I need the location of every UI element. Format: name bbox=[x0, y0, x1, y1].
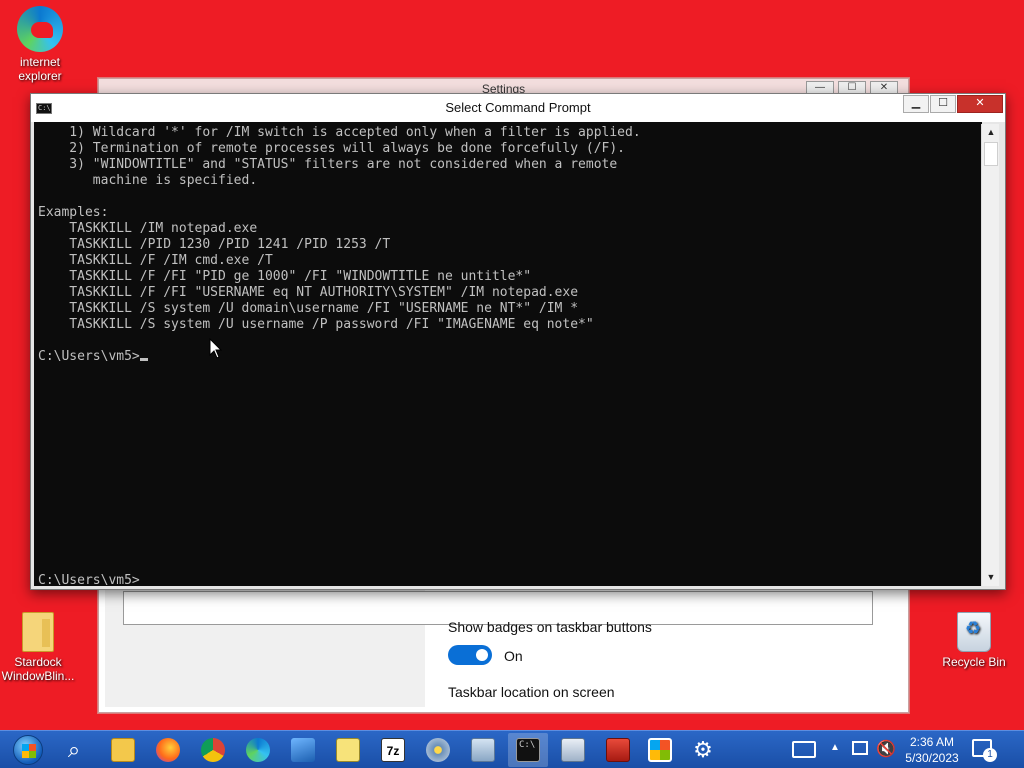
taskbar-chrome[interactable] bbox=[193, 733, 233, 767]
console-line: 3) "WINDOWTITLE" and "STATUS" filters ar… bbox=[38, 157, 618, 172]
desktop-icon-label: internet explorer bbox=[18, 55, 62, 83]
console-line: 1) Wildcard '*' for /IM switch is accept… bbox=[38, 125, 641, 140]
taskbar-firefox[interactable] bbox=[148, 733, 188, 767]
edge-icon bbox=[246, 738, 270, 762]
toggle-state-label: On bbox=[504, 648, 523, 664]
volume-muted-icon[interactable]: 🔇 bbox=[876, 739, 896, 759]
show-badges-toggle[interactable] bbox=[448, 645, 492, 665]
command-prompt-icon: C:\ bbox=[36, 103, 52, 114]
console-line: machine is specified. bbox=[38, 173, 258, 188]
console-line: TASKKILL /F /FI "USERNAME eq NT AUTHORIT… bbox=[38, 285, 579, 300]
cmd-window-controls: ▁ ☐ ✕ bbox=[902, 95, 1003, 113]
taskbar-settings[interactable]: ⚙ bbox=[683, 733, 723, 767]
console-output[interactable]: 1) Wildcard '*' for /IM switch is accept… bbox=[34, 122, 982, 586]
notepad-icon bbox=[336, 738, 360, 762]
photos-icon bbox=[291, 738, 315, 762]
show-badges-label: Show badges on taskbar buttons bbox=[448, 619, 652, 635]
taskbar-command-prompt[interactable]: C:\ bbox=[508, 733, 548, 767]
taskbar-search-button[interactable]: ⌕ bbox=[54, 733, 94, 767]
windows-logo-icon bbox=[13, 735, 43, 765]
console-line: Examples: bbox=[38, 205, 109, 220]
desktop-icon-recycle-bin[interactable]: Recycle Bin bbox=[934, 612, 1014, 669]
folder-icon bbox=[22, 612, 54, 652]
desktop-icon-stardock[interactable]: Stardock WindowBlin... bbox=[0, 612, 78, 683]
7zip-icon: 7z bbox=[381, 738, 405, 762]
taskbar-store[interactable] bbox=[640, 733, 680, 767]
command-prompt-icon: C:\ bbox=[516, 738, 540, 762]
scroll-up-arrow-icon[interactable]: ▲ bbox=[982, 124, 1000, 141]
console-text: 1) Wildcard '*' for /IM switch is accept… bbox=[34, 122, 982, 365]
recycle-bin-icon bbox=[957, 612, 991, 652]
notification-center-icon[interactable]: 1 bbox=[972, 739, 997, 762]
maximize-button[interactable]: ☐ bbox=[930, 95, 956, 113]
taskbar-toolbox[interactable] bbox=[598, 733, 638, 767]
taskbar-remote-desktop[interactable] bbox=[553, 733, 593, 767]
minimize-button[interactable]: ▁ bbox=[903, 95, 929, 113]
close-button[interactable]: ✕ bbox=[957, 95, 1003, 113]
firefox-icon bbox=[156, 738, 180, 762]
taskbar-monitor[interactable] bbox=[463, 733, 503, 767]
console-line: TASKKILL /S system /U username /P passwo… bbox=[38, 317, 594, 332]
mouse-pointer-icon bbox=[209, 338, 223, 359]
search-icon: ⌕ bbox=[67, 737, 81, 762]
taskbar-media[interactable] bbox=[418, 733, 458, 767]
scroll-down-arrow-icon[interactable]: ▼ bbox=[982, 569, 1000, 586]
command-prompt-window[interactable]: C:\ Select Command Prompt ▁ ☐ ✕ 1) Wildc… bbox=[30, 93, 1006, 590]
desktop-icon-internet-explorer[interactable]: internet explorer bbox=[0, 6, 80, 83]
network-icon[interactable] bbox=[852, 741, 868, 755]
console-line: TASKKILL /F /FI "PID ge 1000" /FI "WINDO… bbox=[38, 269, 532, 284]
vertical-scrollbar[interactable]: ▲ ▼ bbox=[981, 124, 999, 586]
taskbar: ⌕ 7z C:\ ⚙ ▲ 🔇 2:36 AM 5/30/2023 1 bbox=[0, 730, 1024, 768]
taskbar-location-label: Taskbar location on screen bbox=[448, 684, 615, 700]
taskbar-photos[interactable] bbox=[283, 733, 323, 767]
tray-expand-icon[interactable]: ▲ bbox=[830, 742, 840, 753]
remote-desktop-icon bbox=[561, 738, 585, 762]
gear-icon: ⚙ bbox=[693, 737, 713, 762]
console-bottom-prompt: C:\Users\vm5> bbox=[38, 573, 140, 586]
console-line: TASKKILL /IM notepad.exe bbox=[38, 221, 258, 236]
start-button[interactable] bbox=[6, 733, 50, 767]
cmd-window-title: Select Command Prompt bbox=[445, 100, 591, 115]
console-line: TASKKILL /F /IM cmd.exe /T bbox=[38, 253, 273, 268]
store-icon bbox=[648, 738, 672, 762]
clock[interactable]: 2:36 AM 5/30/2023 bbox=[902, 734, 962, 766]
console-line: C:\Users\vm5> bbox=[38, 349, 140, 364]
news-icon[interactable] bbox=[792, 741, 816, 758]
cmd-titlebar[interactable]: C:\ Select Command Prompt ▁ ☐ ✕ bbox=[31, 94, 1005, 122]
folder-icon bbox=[111, 738, 135, 762]
notification-count: 1 bbox=[983, 748, 997, 762]
console-line: TASKKILL /S system /U domain\username /F… bbox=[38, 301, 579, 316]
console-line: 2) Termination of remote processes will … bbox=[38, 141, 625, 156]
taskbar-file-explorer[interactable] bbox=[103, 733, 143, 767]
clock-time: 2:36 AM bbox=[909, 735, 955, 749]
desktop-icon-label: Stardock WindowBlin... bbox=[1, 655, 75, 683]
monitor-icon bbox=[471, 738, 495, 762]
scroll-thumb[interactable] bbox=[984, 142, 998, 166]
toolbox-icon bbox=[606, 738, 630, 762]
text-cursor bbox=[139, 358, 148, 361]
taskbar-notepad[interactable] bbox=[328, 733, 368, 767]
edge-icon bbox=[17, 6, 63, 52]
clock-date: 5/30/2023 bbox=[905, 751, 959, 765]
chrome-icon bbox=[201, 738, 225, 762]
desktop-icon-label: Recycle Bin bbox=[942, 655, 1006, 669]
media-icon bbox=[426, 738, 450, 762]
taskbar-edge[interactable] bbox=[238, 733, 278, 767]
console-line: TASKKILL /PID 1230 /PID 1241 /PID 1253 /… bbox=[38, 237, 391, 252]
taskbar-7zip[interactable]: 7z bbox=[373, 733, 413, 767]
